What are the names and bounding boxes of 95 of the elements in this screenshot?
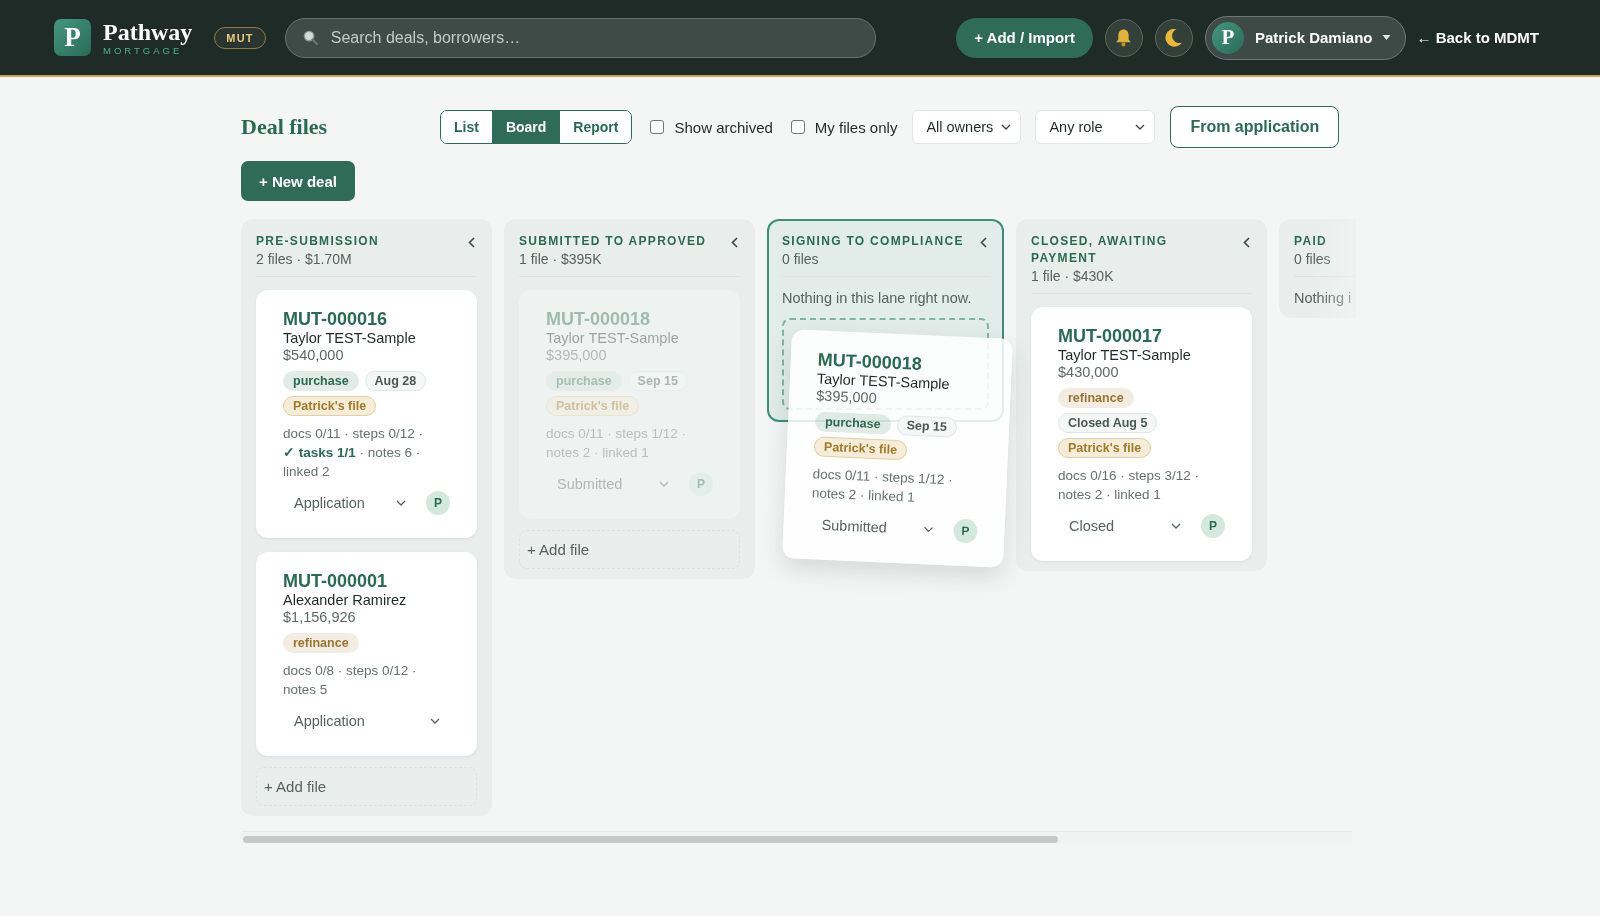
chevron-down-icon [923, 526, 934, 533]
lane-empty-text: Nothing i [1294, 289, 1353, 308]
loan-amount: $1,156,926 [283, 609, 357, 626]
owner-tag: Patrick's file [283, 396, 377, 416]
view-tab[interactable]: Report [559, 111, 632, 143]
lane-summary: 2 files · $1.70M [256, 250, 353, 269]
deal-stats: docs 0/11 · steps 1/12 · notes 2 · linked 1 [811, 465, 955, 507]
loan-type-tag: refinance [1058, 388, 1134, 408]
deal-id: MUT-000018 [817, 348, 924, 374]
view-tab[interactable]: Board [491, 111, 560, 143]
loan-type-tag: purchase [283, 371, 359, 391]
borrower-name: Taylor TEST-Sample [283, 330, 417, 347]
deal-id: MUT-000016 [283, 308, 389, 330]
loan-type-tag: purchase [546, 371, 622, 391]
user-avatar: P [1211, 21, 1244, 54]
owner-tag: Patrick's file [546, 396, 640, 416]
borrower-name: Taylor TEST-Sample [1058, 347, 1192, 364]
new-deal-button[interactable]: + New deal [241, 161, 355, 201]
filter-select[interactable]: All owners [912, 110, 1022, 144]
logo-mark: P [54, 19, 91, 56]
chevron-left-icon[interactable] [980, 237, 987, 248]
date-tag: Closed Aug 5 [1058, 413, 1158, 433]
notifications-button[interactable] [1104, 18, 1143, 57]
chevron-down-icon [430, 718, 440, 724]
chevron-down-icon [1135, 124, 1146, 130]
company-badge: MUT [214, 26, 266, 49]
status-select[interactable]: Application [283, 705, 450, 737]
deal-id: MUT-000001 [283, 570, 389, 592]
bell-icon [1116, 28, 1132, 47]
deal-id: MUT-000017 [1058, 325, 1164, 347]
page-title: Deal files [241, 114, 329, 140]
deal-stats: docs 0/16 · steps 3/12 · notes 2 · linked 1 [1058, 467, 1201, 504]
lane-empty-text: Nothing in this lane right now. [782, 289, 973, 308]
date-tag: Sep 15 [896, 414, 958, 438]
loan-type-tag: purchase [814, 411, 892, 435]
owner-tag: Patrick's file [1058, 438, 1152, 458]
loan-amount: $395,000 [546, 347, 608, 364]
deal-stats: docs 0/11 · steps 0/12 · ✓ tasks 1/1 · notes 6 · linked 2 [283, 425, 425, 481]
scrollbar-thumb[interactable] [243, 836, 1058, 843]
lane-title: CLOSED, AWAITING PAYMENT [1031, 233, 1169, 267]
filter-select[interactable]: Any role [1035, 110, 1156, 144]
owner-avatar: P [426, 491, 450, 515]
owner-avatar: P [952, 518, 978, 544]
theme-toggle-button[interactable] [1154, 18, 1193, 57]
deal-card[interactable]: MUT-000017 Taylor TEST-Sample $430,000 refinance Closed Aug 5 Patrick's file docs 0/16 · steps 3/12 · notes 2 · linked 1 Closed P [1031, 307, 1252, 561]
deal-card[interactable]: MUT-000016 Taylor TEST-Sample $540,000 purchase Aug 28 Patrick's file docs 0/11 · steps 0/12 · ✓ tasks 1/1 · notes 6 · linked 2 Application P [256, 290, 477, 538]
lane-title: PAID [1294, 233, 1328, 250]
checkbox[interactable] [790, 120, 805, 134]
status-select[interactable]: Application [283, 487, 416, 519]
lane-title: PRE-SUBMISSION [256, 233, 379, 250]
search-icon [302, 29, 318, 45]
chevron-down-icon [1171, 523, 1181, 529]
deal-stats: docs 0/8 · steps 0/12 · notes 5 [283, 662, 418, 699]
loan-amount: $395,000 [815, 387, 877, 409]
deal-card[interactable]: MUT-000001 Alexander Ramirez $1,156,926 refinance docs 0/8 · steps 0/12 · notes 5 Application [256, 552, 477, 756]
borrower-name: Alexander Ramirez [283, 592, 408, 609]
loan-amount: $540,000 [283, 347, 345, 364]
checkbox-label[interactable]: My files only [814, 118, 898, 136]
add-import-button[interactable]: + Add / Import [956, 17, 1093, 58]
loan-amount: $430,000 [1058, 364, 1120, 381]
brand-tagline: MORTGAGE [103, 44, 183, 56]
loan-type-tag: refinance [283, 633, 359, 653]
lane-summary: 1 file · $430K [1031, 267, 1115, 286]
chevron-left-icon[interactable] [1243, 237, 1250, 248]
status-select[interactable]: Submitted [809, 508, 945, 547]
brand-name: Pathway [103, 19, 193, 44]
add-file-button[interactable]: + Add file [519, 530, 740, 569]
lane-summary: 0 files [1294, 250, 1331, 269]
chevron-left-icon[interactable] [468, 237, 475, 248]
borrower-name: Taylor TEST-Sample [546, 330, 680, 347]
chevron-down-icon [1001, 124, 1012, 130]
dragged-deal-card[interactable]: MUT-000018 Taylor TEST-Sample $395,000 purchase Sep 15 Patrick's file docs 0/11 · steps 1/12 · notes 2 · linked 1 Submitted P [782, 329, 1013, 568]
date-tag: Aug 28 [364, 371, 427, 391]
checkbox[interactable] [650, 120, 665, 134]
chevron-down-icon [659, 481, 669, 487]
user-menu-button[interactable]: P Patrick Damiano [1204, 15, 1407, 60]
caret-icon [1382, 35, 1392, 40]
lane-title: SIGNING TO COMPLIANCE [782, 233, 964, 250]
status-select[interactable]: Closed [1058, 510, 1191, 542]
chevron-left-icon[interactable] [731, 237, 738, 248]
owner-avatar: P [689, 472, 713, 496]
chevron-down-icon [396, 500, 406, 506]
owner-avatar: P [1201, 514, 1225, 538]
back-link[interactable]: ← Back to MDMT [1416, 29, 1539, 46]
lane-summary: 0 files [782, 250, 820, 269]
add-file-button[interactable]: + Add file [256, 767, 477, 806]
date-tag: Sep 15 [627, 371, 688, 391]
moon-icon [1165, 28, 1183, 47]
lane-summary: 1 file · $395K [519, 250, 603, 269]
search-field[interactable]: Search deals, borrowers… [284, 17, 876, 58]
deal-id: MUT-000018 [546, 308, 652, 330]
lane-title: SUBMITTED TO APPROVED [519, 233, 707, 250]
checkbox-label[interactable]: Show archived [674, 118, 773, 136]
from-application-button[interactable]: From application [1170, 106, 1340, 148]
owner-tag: Patrick's file [813, 436, 908, 461]
